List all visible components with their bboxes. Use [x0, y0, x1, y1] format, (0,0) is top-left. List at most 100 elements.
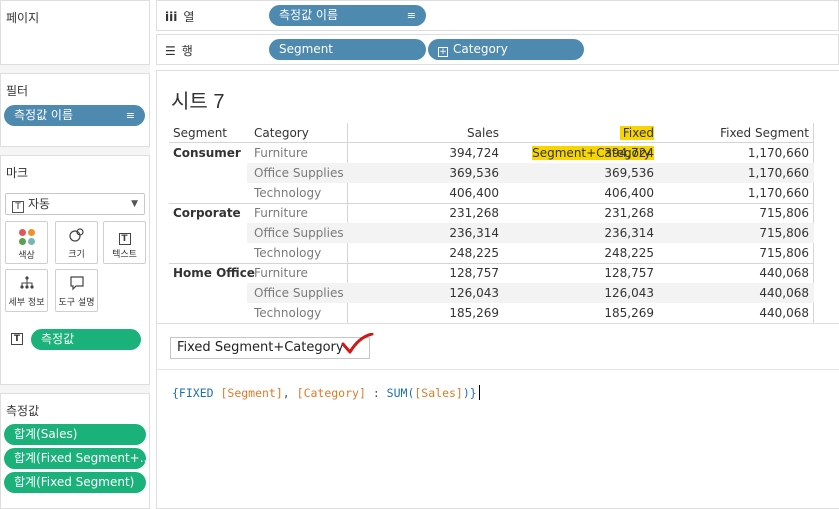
table-row[interactable]: Furniture 231,268 231,268 715,806	[247, 203, 814, 223]
table-row[interactable]: Technology 185,269 185,269 440,068	[247, 303, 814, 323]
header-fixed-segment-category[interactable]: Fixed Segment+Category	[499, 123, 654, 160]
measure-values-title: 측정값	[6, 404, 40, 418]
fs-cell: 440,068	[759, 286, 809, 300]
tooltip-icon	[56, 275, 97, 297]
sales-cell: 369,536	[449, 166, 499, 180]
category-cell: Furniture	[254, 146, 308, 160]
detail-icon	[6, 275, 47, 297]
fs-cell: 715,806	[759, 226, 809, 240]
category-cell: Office Supplies	[254, 226, 344, 240]
sort-icon: ≡	[125, 109, 135, 122]
category-cell: Technology	[254, 246, 322, 260]
table-row[interactable]: Office Supplies 369,536 369,536 1,170,660	[247, 163, 814, 183]
expand-icon[interactable]: +	[438, 47, 448, 57]
columns-label-text: 열	[183, 10, 195, 24]
segment-label[interactable]: Consumer	[173, 143, 241, 163]
marks-card: 마크 T 자동 ▼ 색상 크기 T 텍스트 세부 정보 도구 설명 T 측정값	[0, 155, 150, 385]
left-pane: 페이지 필터 측정값 이름 ≡ 마크 T 자동 ▼ 색상 크기 T 텍스트 세부…	[0, 0, 150, 509]
columns-icon: iii	[165, 10, 178, 24]
formula-field-sales: [Sales]	[414, 386, 463, 400]
fsc-cell: 126,043	[604, 286, 654, 300]
table-row[interactable]: Technology 248,225 248,225 715,806	[247, 243, 814, 263]
measure-pill-label: 합계(Sales)	[14, 427, 78, 441]
text-encoding-pill[interactable]: 측정값	[31, 329, 141, 350]
fsc-cell: 394,724	[604, 146, 654, 160]
table-row[interactable]: Furniture 394,724 394,724 1,170,660	[247, 143, 814, 163]
fsc-cell: 248,225	[604, 246, 654, 260]
fsc-cell: 128,757	[604, 266, 654, 280]
sales-cell: 248,225	[449, 246, 499, 260]
detail-button-label: 세부 정보	[8, 298, 45, 308]
formula-fixed-keyword: {FIXED	[172, 386, 221, 400]
rows-icon: ☰	[165, 44, 176, 58]
fsc-cell: 236,314	[604, 226, 654, 240]
fs-cell: 1,170,660	[747, 166, 809, 180]
sheet-title: 시트 7	[171, 91, 225, 113]
rows-shelf-label: ☰ 행	[165, 42, 193, 59]
columns-pill-label: 측정값 이름	[279, 8, 339, 22]
calc-editor-divider	[157, 323, 839, 324]
fs-cell: 440,068	[759, 266, 809, 280]
text-encoding-pill-label: 측정값	[41, 332, 75, 346]
formula-colon: :	[365, 386, 387, 400]
mark-type-value: 자동	[28, 197, 51, 211]
measure-pill-sales[interactable]: 합계(Sales)	[4, 424, 146, 445]
detail-button[interactable]: 세부 정보	[5, 269, 48, 312]
header-fixed-segment[interactable]: Fixed Segment	[654, 123, 809, 143]
formula-field-category: [Category]	[296, 386, 366, 400]
color-button[interactable]: 색상	[5, 221, 48, 264]
columns-pill-measure-names[interactable]: 측정값 이름 ≡	[269, 5, 426, 26]
calc-body-divider	[157, 369, 839, 370]
fsc-cell: 406,400	[604, 186, 654, 200]
measure-pill-fixed-segment[interactable]: 합계(Fixed Segment)	[4, 472, 146, 493]
table-row[interactable]: Office Supplies 236,314 236,314 715,806	[247, 223, 814, 243]
fs-cell: 1,170,660	[747, 186, 809, 200]
sales-cell: 126,043	[449, 286, 499, 300]
category-cell: Office Supplies	[254, 286, 344, 300]
rows-pill-segment[interactable]: Segment	[269, 39, 426, 60]
measure-pill-fixed-segment-category[interactable]: 합계(Fixed Segment+..	[4, 448, 146, 469]
size-button[interactable]: 크기	[55, 221, 98, 264]
table-row[interactable]: Office Supplies 126,043 126,043 440,068	[247, 283, 814, 303]
color-dots-icon	[18, 229, 36, 247]
text-button[interactable]: T 텍스트	[103, 221, 146, 264]
view-area: 시트 7 Segment Category Sales Fixed Segmen…	[156, 70, 839, 509]
sales-cell: 236,314	[449, 226, 499, 240]
sales-cell: 394,724	[449, 146, 499, 160]
fs-cell: 715,806	[759, 206, 809, 220]
text-encoding-icon: T	[11, 333, 23, 345]
filter-pill-label: 측정값 이름	[14, 108, 74, 122]
rows-pill-label: Segment	[279, 42, 333, 56]
columns-shelf[interactable]: iii 열 측정값 이름 ≡	[156, 0, 839, 31]
columns-shelf-label: iii 열	[165, 8, 194, 25]
filters-card[interactable]: 필터 측정값 이름 ≡	[0, 73, 150, 147]
header-category[interactable]: Category	[254, 123, 309, 143]
rows-shelf[interactable]: ☰ 행 Segment + Category	[156, 34, 839, 65]
calc-name-field[interactable]: Fixed Segment+Category	[170, 337, 370, 359]
filters-title: 필터	[6, 84, 29, 98]
table-row[interactable]: Furniture 128,757 128,757 440,068	[247, 263, 814, 283]
fsc-cell: 185,269	[604, 306, 654, 320]
segment-label[interactable]: Corporate	[173, 203, 241, 223]
pages-card[interactable]: 페이지	[0, 0, 150, 65]
formula-field-segment: [Segment]	[220, 386, 283, 400]
sales-cell: 185,269	[449, 306, 499, 320]
formula-editor[interactable]: {FIXED [Segment], [Category] : SUM([Sale…	[172, 385, 480, 400]
table-row[interactable]: Technology 406,400 406,400 1,170,660	[247, 183, 814, 203]
mark-type-dropdown[interactable]: T 자동 ▼	[5, 193, 145, 215]
segment-label[interactable]: Home Office	[173, 263, 255, 283]
category-cell: Technology	[254, 186, 322, 200]
header-segment[interactable]: Segment	[173, 123, 227, 143]
formula-comma: ,	[282, 386, 297, 400]
fs-cell: 715,806	[759, 246, 809, 260]
header-sales[interactable]: Sales	[349, 123, 499, 143]
rows-pill-category[interactable]: + Category	[428, 39, 584, 60]
size-button-label: 크기	[68, 250, 85, 260]
category-cell: Furniture	[254, 206, 308, 220]
tooltip-button[interactable]: 도구 설명	[55, 269, 98, 312]
fsc-cell: 231,268	[604, 206, 654, 220]
sales-cell: 128,757	[449, 266, 499, 280]
chevron-down-icon: ▼	[131, 199, 138, 209]
filter-pill-measure-names[interactable]: 측정값 이름 ≡	[4, 105, 145, 126]
formula-close: )}	[462, 386, 477, 400]
